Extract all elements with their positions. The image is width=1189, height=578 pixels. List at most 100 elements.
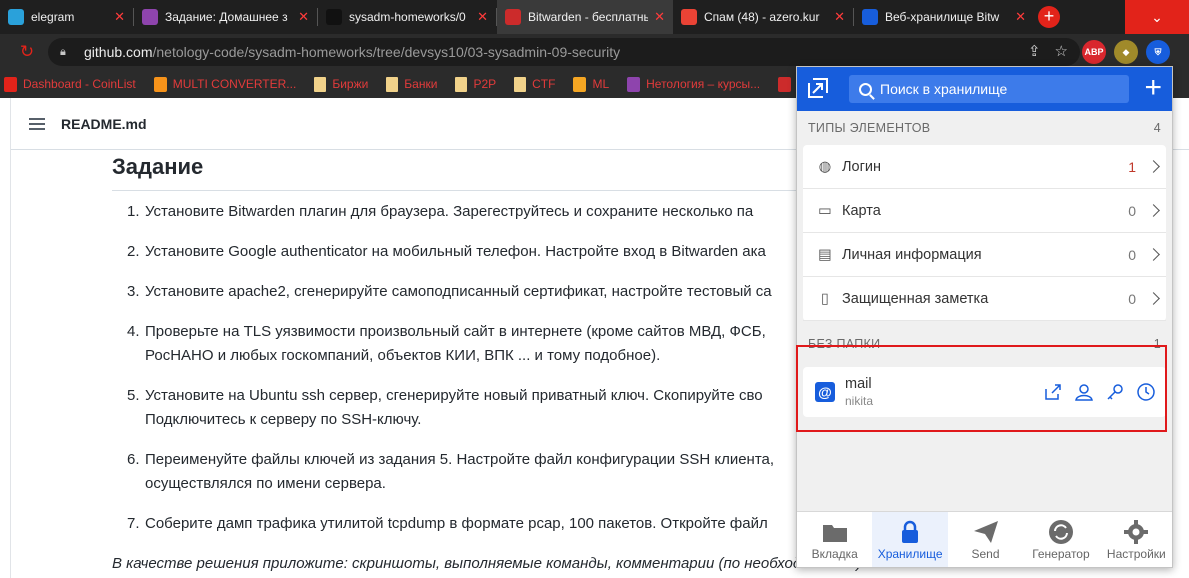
tab-title: Веб-хранилище Bitw: [885, 10, 1000, 24]
task-number: 1.: [127, 203, 140, 220]
tab-title: Задание: Домашнее з: [165, 10, 288, 24]
task-item: 1. Установите Bitwarden плагин для браузе…: [127, 200, 907, 224]
extension-icon[interactable]: ◆: [1114, 40, 1138, 64]
bookmark-favicon: [4, 76, 17, 92]
browser-tab[interactable]: Веб-хранилище Bitw ✕: [854, 0, 1034, 34]
close-icon[interactable]: ✕: [114, 9, 125, 25]
add-item-button[interactable]: +: [1144, 73, 1162, 103]
task-number: 2.: [127, 243, 140, 260]
popout-icon[interactable]: [807, 77, 829, 99]
close-icon[interactable]: ✕: [298, 9, 309, 25]
extension-icon[interactable]: ABP: [1082, 40, 1106, 64]
lock-icon[interactable]: 🔒︎: [60, 46, 76, 59]
lock-icon: [896, 519, 924, 545]
task-number: 5.: [127, 387, 140, 404]
window-menu-button[interactable]: ⌄: [1125, 0, 1189, 34]
nav-tab[interactable]: Вкладка: [797, 512, 872, 567]
new-tab-button[interactable]: +: [1034, 0, 1064, 34]
bookmark-favicon: [778, 76, 792, 92]
omnibox-actions: ⇪ ☆: [1028, 42, 1068, 60]
item-types-list: ◍ Логин 1 ▭ Карта 0 ▤ Личная информация 0 ▯ Защище…: [803, 145, 1166, 321]
globe-icon: ◍: [818, 158, 832, 175]
bookmark-item[interactable]: Dashboard - CoinList: [4, 76, 136, 92]
browser-tab[interactable]: Спам (48) - azero.kur ✕: [673, 0, 853, 34]
browser-tab[interactable]: elegram ✕: [0, 0, 133, 34]
folder-icon: [821, 519, 849, 545]
item-type-row[interactable]: ▤ Личная информация 0: [803, 233, 1166, 277]
task-text-line2: Подключитесь к серверу по SSH-ключу.: [145, 411, 422, 428]
item-type-row[interactable]: ▯ Защищенная заметка 0: [803, 277, 1166, 321]
bookmark-favicon: [573, 76, 587, 92]
search-icon: [859, 82, 872, 96]
browser-tab[interactable]: Bitwarden - бесплатны ✕: [497, 0, 673, 34]
nav-tab[interactable]: Send: [948, 512, 1023, 567]
tab-title: Bitwarden - бесплатны: [528, 10, 649, 24]
note-icon: ▯: [821, 290, 829, 307]
toc-list-icon[interactable]: [29, 117, 45, 130]
folder-icon: [455, 76, 468, 92]
tab-title: sysadm-homeworks/0: [349, 10, 466, 24]
bookmark-label: CTF: [532, 77, 556, 91]
item-type-count: 0: [1128, 246, 1136, 263]
nav-tab[interactable]: Хранилище: [872, 512, 948, 567]
chevron-right-icon: [1147, 160, 1160, 173]
task-item: 2. Установите Google authenticator на моб…: [127, 240, 907, 264]
close-icon[interactable]: ✕: [1015, 9, 1026, 25]
nav-tab[interactable]: Настройки: [1099, 512, 1172, 567]
card-icon: ▭: [818, 202, 832, 219]
tab-title: elegram: [31, 10, 75, 24]
bookmark-item[interactable]: MULTI CONVERTER...: [153, 76, 297, 92]
extension-icon[interactable]: ⛨: [1146, 40, 1170, 64]
bookmark-star-icon[interactable]: ☆: [1055, 42, 1068, 60]
bookmark-item[interactable]: Банки: [386, 76, 437, 92]
tab-favicon: [862, 9, 878, 25]
chevron-right-icon: [1147, 248, 1160, 261]
browser-tab[interactable]: Задание: Домашнее з ✕: [134, 0, 317, 34]
address-bar: ↻ 🔒︎ github.com/netology-code/sysadm-hom…: [0, 34, 1189, 70]
reload-icon[interactable]: ↻: [14, 42, 40, 62]
nav-tab[interactable]: Генератор: [1023, 512, 1098, 567]
close-icon[interactable]: ✕: [477, 9, 488, 25]
task-text: Установите Google authenticator на мобил…: [145, 243, 766, 260]
bookmark-item[interactable]: P2P: [455, 76, 496, 92]
task-item: 3. Установите apache2, сгенерируйте самоп…: [127, 280, 907, 304]
bookmark-favicon: [153, 76, 167, 92]
share-icon[interactable]: ⇪: [1028, 42, 1041, 60]
highlight-box: [796, 345, 1167, 432]
folder-icon: [514, 76, 527, 92]
browser-tab[interactable]: sysadm-homeworks/0 ✕: [318, 0, 496, 34]
bookmark-item[interactable]: Нетология – курсы...: [627, 76, 760, 92]
url-text[interactable]: github.com/netology-code/sysadm-homework…: [84, 44, 620, 60]
bookmark-item[interactable]: Биржи: [314, 76, 369, 92]
bookmark-label: MULTI CONVERTER...: [172, 77, 297, 91]
task-text: Установите apache2, сгенерируйте самопод…: [145, 283, 772, 300]
bookmark-label: Dashboard - CoinList: [23, 77, 136, 91]
vault-search-input[interactable]: Поиск в хранилище: [849, 75, 1129, 103]
tab-strip: elegram ✕ Задание: Домашнее з ✕ sysadm-homew…: [0, 0, 1189, 34]
item-type-row[interactable]: ◍ Логин 1: [803, 145, 1166, 189]
nav-tab-label: Send: [971, 546, 1000, 561]
item-type-label: Защищенная заметка: [842, 290, 989, 307]
item-type-count: 0: [1128, 202, 1136, 219]
id-card-icon: ▤: [818, 246, 832, 263]
task-text: Переименуйте файлы ключей из задания 5. …: [145, 451, 775, 468]
bookmark-item[interactable]: CTF: [514, 76, 556, 92]
tab-favicon: [142, 9, 158, 25]
bitwarden-popup: Поиск в хранилище + ТИПЫ ЭЛЕМЕНТОВ 4 ◍ Лог…: [796, 66, 1173, 568]
nav-tab-label: Хранилище: [877, 546, 943, 561]
task-text-line2: РосНАНО и любых госкомпаний, объектов КИ…: [145, 347, 661, 364]
bookmark-item[interactable]: ML: [573, 76, 609, 92]
task-number: 3.: [127, 283, 140, 300]
task-number: 6.: [127, 451, 140, 468]
readme-filename[interactable]: README.md: [61, 116, 147, 132]
close-icon[interactable]: ✕: [654, 9, 665, 25]
chevron-right-icon: [1147, 292, 1160, 305]
chevron-right-icon: [1147, 204, 1160, 217]
task-item: 4. Проверьте на TLS уязвимости произвольн…: [127, 320, 907, 368]
close-icon[interactable]: ✕: [834, 9, 845, 25]
task-text-line2: осуществлялся по имени сервера.: [145, 475, 386, 492]
nav-tab-label: Генератор: [1032, 546, 1090, 561]
omnibox[interactable]: 🔒︎ github.com/netology-code/sysadm-homew…: [48, 38, 1080, 66]
item-type-row[interactable]: ▭ Карта 0: [803, 189, 1166, 233]
bookmark-label: Биржи: [332, 77, 369, 91]
